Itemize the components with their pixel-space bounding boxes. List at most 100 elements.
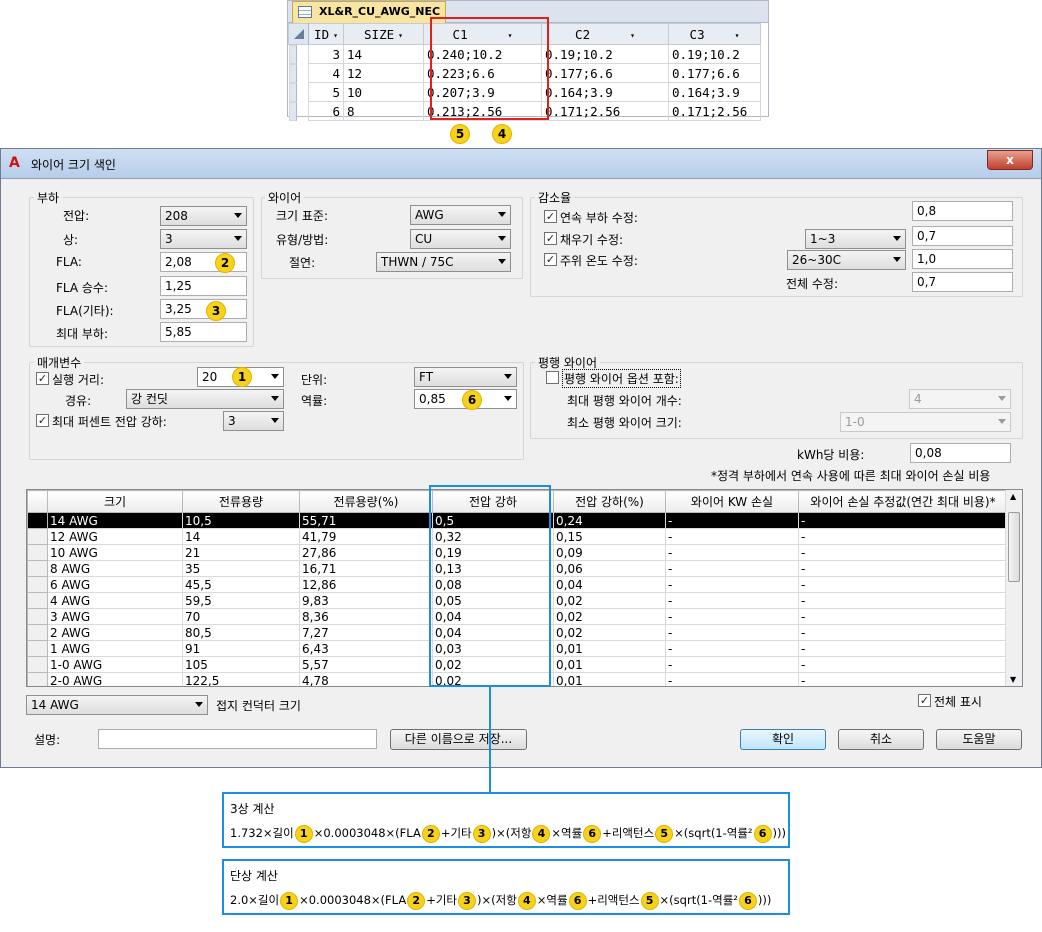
- grid-cell[interactable]: 14 AWG: [47, 512, 183, 529]
- description-field[interactable]: [98, 729, 377, 749]
- close-button[interactable]: x: [987, 150, 1033, 170]
- row-selector[interactable]: [288, 63, 297, 83]
- run-distance-checkbox[interactable]: ✓: [36, 372, 49, 385]
- cell-c2[interactable]: 0.164;3.9: [541, 82, 669, 102]
- grid-cell[interactable]: 80,5: [182, 624, 300, 641]
- cell-c2[interactable]: 0.171;2.56: [541, 101, 669, 121]
- row-header[interactable]: [27, 560, 48, 577]
- grid-cell[interactable]: 70: [182, 608, 300, 625]
- grid-cell[interactable]: 3 AWG: [47, 608, 183, 625]
- grid-cell[interactable]: 0,01: [553, 672, 666, 686]
- ambient-temp-field[interactable]: 1,0: [912, 249, 1013, 269]
- grid-cell[interactable]: 0,09: [553, 544, 666, 561]
- cell-c2[interactable]: 0.19;10.2: [541, 44, 669, 64]
- row-header[interactable]: [27, 528, 48, 545]
- cell-c3[interactable]: 0.164;3.9: [668, 82, 761, 102]
- help-button[interactable]: 도움말: [936, 729, 1022, 750]
- cell-size[interactable]: 8: [343, 101, 424, 121]
- row-header[interactable]: [27, 608, 48, 625]
- grid-cell[interactable]: -: [665, 576, 799, 593]
- grid-cell[interactable]: -: [798, 544, 1008, 561]
- grid-cell[interactable]: 41,79: [299, 528, 433, 545]
- row-header[interactable]: [27, 656, 48, 673]
- col-c3[interactable]: C3 ▾: [668, 23, 761, 45]
- col-ampacity[interactable]: 전류용량: [182, 490, 300, 513]
- grid-cell[interactable]: 0,15: [553, 528, 666, 545]
- row-header[interactable]: [27, 512, 48, 529]
- grid-cell[interactable]: -: [665, 560, 799, 577]
- row-header[interactable]: [27, 624, 48, 641]
- row-selector[interactable]: [288, 82, 297, 102]
- continuous-load-field[interactable]: 0,8: [912, 201, 1013, 221]
- grid-cell[interactable]: -: [665, 624, 799, 641]
- col-c2[interactable]: C2 ▾: [541, 23, 669, 45]
- grid-cell[interactable]: 0,01: [553, 640, 666, 657]
- grid-cell[interactable]: 6 AWG: [47, 576, 183, 593]
- grid-cell[interactable]: -: [798, 592, 1008, 609]
- grid-cell[interactable]: 0,04: [553, 576, 666, 593]
- phase-select[interactable]: 3: [160, 229, 247, 249]
- grid-cell[interactable]: -: [798, 624, 1008, 641]
- cell-id[interactable]: 5: [308, 82, 344, 102]
- cell-id[interactable]: 3: [308, 44, 344, 64]
- grid-cell[interactable]: 12 AWG: [47, 528, 183, 545]
- grid-cell[interactable]: 9,83: [299, 592, 433, 609]
- continuous-load-checkbox[interactable]: ✓: [544, 210, 557, 223]
- grid-cell[interactable]: -: [798, 672, 1008, 686]
- ground-conductor-select[interactable]: 14 AWG: [26, 695, 208, 715]
- grid-cell[interactable]: -: [665, 512, 799, 529]
- cell-size[interactable]: 10: [343, 82, 424, 102]
- col-kw-loss[interactable]: 와이어 KW 손실: [665, 490, 799, 513]
- grid-cell[interactable]: 45,5: [182, 576, 300, 593]
- grid-cell[interactable]: 0,06: [553, 560, 666, 577]
- show-all-checkbox[interactable]: ✓: [918, 694, 931, 707]
- grid-cell[interactable]: -: [798, 528, 1008, 545]
- ambient-temp-select[interactable]: 26~30C: [787, 250, 906, 270]
- grid-cell[interactable]: -: [798, 512, 1008, 529]
- grid-cell[interactable]: -: [665, 656, 799, 673]
- grid-cell[interactable]: -: [665, 672, 799, 686]
- cell-id[interactable]: 6: [308, 101, 344, 121]
- cell-size[interactable]: 14: [343, 44, 424, 64]
- col-loss-cost[interactable]: 와이어 손실 추정값(연간 최대 비용)*: [798, 490, 1008, 513]
- grid-cell[interactable]: -: [798, 608, 1008, 625]
- cell-c3[interactable]: 0.171;2.56: [668, 101, 761, 121]
- grid-cell[interactable]: -: [798, 560, 1008, 577]
- grid-cell[interactable]: -: [665, 592, 799, 609]
- grid-cell[interactable]: 35: [182, 560, 300, 577]
- row-header[interactable]: [27, 672, 48, 686]
- grid-cell[interactable]: 0,24: [553, 512, 666, 529]
- raceway-select[interactable]: 강 컨딧: [126, 389, 284, 409]
- max-voltage-drop-checkbox[interactable]: ✓: [36, 414, 49, 427]
- grid-cell[interactable]: 0,02: [553, 592, 666, 609]
- grid-cell[interactable]: 55,71: [299, 512, 433, 529]
- grid-cell[interactable]: 10,5: [182, 512, 300, 529]
- grid-cell[interactable]: 59,5: [182, 592, 300, 609]
- grid-cell[interactable]: 6,43: [299, 640, 433, 657]
- cell-c3[interactable]: 0.19;10.2: [668, 44, 761, 64]
- grid-cell[interactable]: -: [798, 640, 1008, 657]
- size-standard-select[interactable]: AWG: [410, 205, 511, 225]
- grid-cell[interactable]: 14: [182, 528, 300, 545]
- unit-select[interactable]: FT: [414, 367, 517, 387]
- col-id[interactable]: ID ▾: [308, 23, 344, 45]
- max-voltage-drop-select[interactable]: 3: [223, 411, 284, 431]
- grid-cell[interactable]: -: [665, 544, 799, 561]
- ambient-temp-checkbox[interactable]: ✓: [544, 253, 557, 266]
- fill-correction-field[interactable]: 0,7: [912, 226, 1013, 246]
- ok-button[interactable]: 확인: [740, 729, 826, 750]
- col-voltage-drop-percent[interactable]: 전압 강하(%): [553, 490, 666, 513]
- cell-c2[interactable]: 0.177;6.6: [541, 63, 669, 83]
- grid-cell[interactable]: -: [665, 640, 799, 657]
- scroll-up-icon[interactable]: ▲: [1010, 492, 1016, 501]
- grid-cell[interactable]: 4 AWG: [47, 592, 183, 609]
- grid-cell[interactable]: 122,5: [182, 672, 300, 686]
- col-ampacity-percent[interactable]: 전류용량(%): [299, 490, 433, 513]
- cancel-button[interactable]: 취소: [838, 729, 924, 750]
- row-selector[interactable]: [288, 101, 297, 121]
- save-as-button[interactable]: 다른 이름으로 저장...: [390, 729, 527, 750]
- grid-cell[interactable]: 0,01: [553, 656, 666, 673]
- table-tab[interactable]: XL&R_CU_AWG_NEC: [292, 1, 446, 23]
- grid-cell[interactable]: 2-0 AWG: [47, 672, 183, 686]
- insulation-select[interactable]: THWN / 75C: [376, 252, 511, 272]
